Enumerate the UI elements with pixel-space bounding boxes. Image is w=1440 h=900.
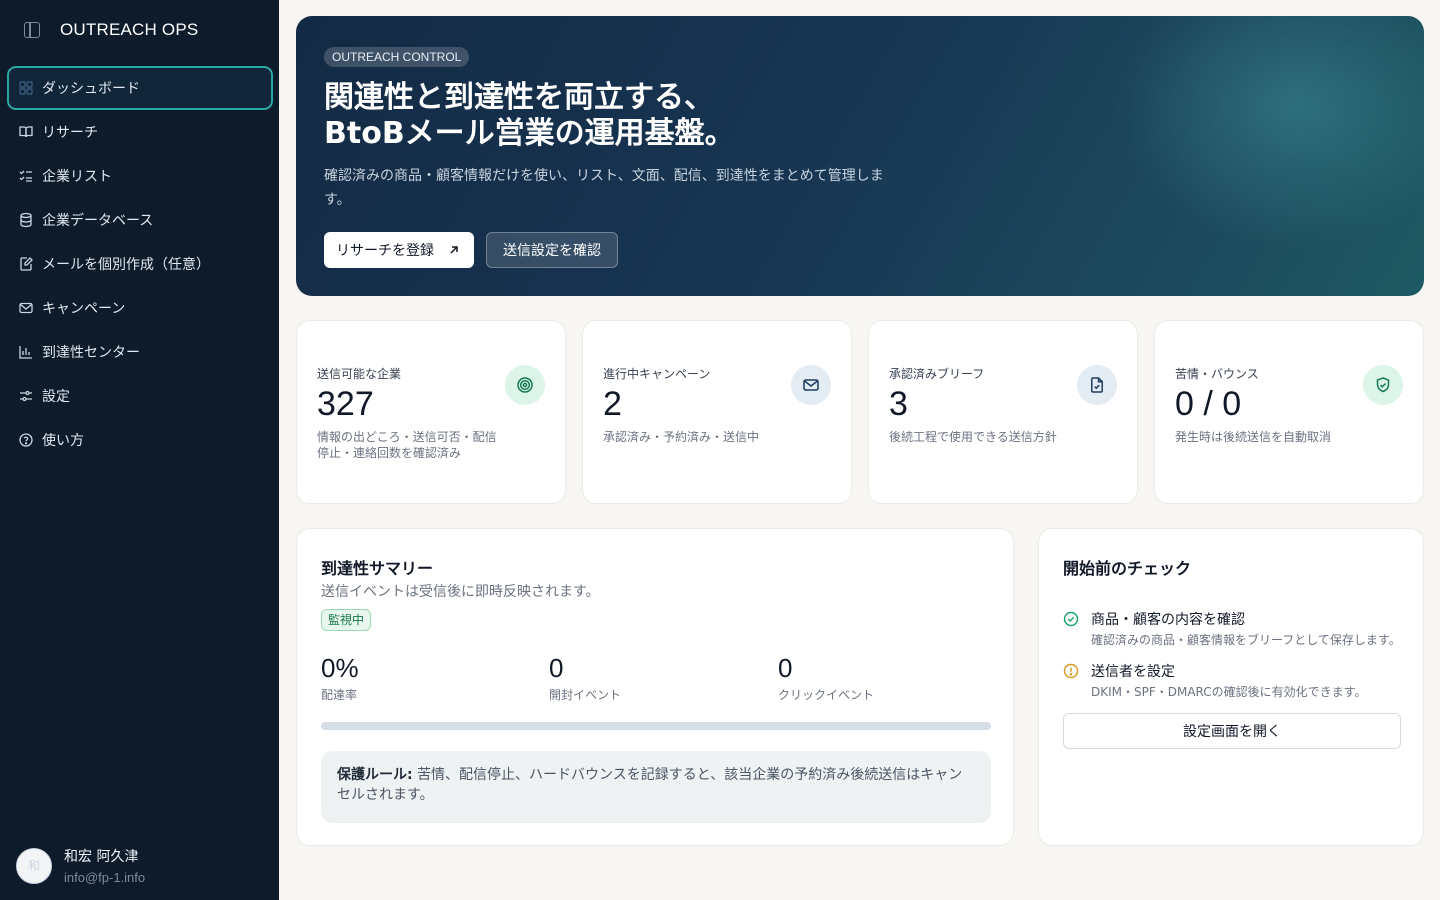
- checklist-item-desc: 確認済みの商品・顧客情報をブリーフとして保存します。: [1091, 633, 1401, 647]
- stat-value: 327: [317, 385, 374, 423]
- stat-value: 2: [603, 385, 622, 423]
- rule-text: 苦情、配信停止、ハードバウンスを記録すると、該当企業の予約済み後続送信はキャンセ…: [337, 767, 963, 803]
- arrow-up-right-icon: [450, 246, 458, 254]
- metric-click-events: 0 クリックイベント: [778, 653, 874, 703]
- register-research-label: リサーチを登録: [336, 243, 434, 259]
- avatar: 和: [16, 847, 52, 884]
- metric-value: 0%: [321, 653, 359, 683]
- sidebar-toggle-icon[interactable]: [24, 22, 40, 38]
- user-profile[interactable]: 和 和宏 阿久津 info@fp-1.info: [16, 846, 145, 885]
- stat-description: 承認済み・予約済み・送信中: [603, 430, 760, 444]
- sidebar: OUTREACH OPS ダッシュボード リサーチ 企業リスト 企業データベース…: [0, 0, 279, 900]
- stat-description: 情報の出どころ・送信可否・配信停止・連絡回数を確認済み: [317, 430, 497, 460]
- user-info: 和宏 阿久津 info@fp-1.info: [64, 846, 145, 885]
- stat-value: 3: [889, 385, 908, 423]
- sidebar-item-label: 設定: [42, 389, 70, 405]
- checklist-item-title: 商品・顧客の内容を確認: [1091, 612, 1245, 628]
- file-check-icon: [1077, 365, 1117, 405]
- deliverability-summary-panel: 到達性サマリー 送信イベントは受信後に即時反映されます。 監視中 0% 配達率 …: [296, 528, 1014, 846]
- checklist-item-text: 商品・顧客の内容を確認 確認済みの商品・顧客情報をブリーフとして保存します。: [1091, 609, 1401, 648]
- metric-label: 開封イベント: [549, 688, 622, 702]
- sidebar-item-deliverability[interactable]: 到達性センター: [7, 330, 273, 374]
- metric-value: 0: [549, 653, 564, 683]
- checklist-item-text: 送信者を設定 DKIM・SPF・DMARCの確認後に有効化できます。: [1091, 661, 1366, 700]
- hero-badge: OUTREACH CONTROL: [324, 47, 470, 67]
- sidebar-item-settings[interactable]: 設定: [7, 374, 273, 418]
- sidebar-item-label: キャンペーン: [42, 301, 126, 317]
- metric-open-events: 0 開封イベント: [549, 653, 621, 703]
- sidebar-item-label: 企業データベース: [42, 213, 154, 229]
- panel-title: 開始前のチェック: [1063, 559, 1192, 578]
- hero-title: 関連性と到達性を両立する、 BtoBメール営業の運用基盤。: [324, 80, 735, 152]
- sidebar-item-company-database[interactable]: 企業データベース: [7, 198, 273, 242]
- shield-check-icon: [1363, 365, 1403, 405]
- book-open-icon: [19, 126, 33, 138]
- stat-card-sendable-companies: 送信可能な企業 327 情報の出どころ・送信可否・配信停止・連絡回数を確認済み: [296, 320, 566, 504]
- sliders-icon: [20, 390, 32, 402]
- sidebar-item-label: ダッシュボード: [42, 81, 140, 97]
- stat-description: 発生時は後続送信を自動取消: [1175, 430, 1332, 444]
- app-title: OUTREACH OPS: [60, 20, 199, 39]
- hero-title-line2: BtoBメール営業の運用基盤。: [324, 116, 735, 151]
- panel-title: 到達性サマリー: [321, 559, 434, 578]
- sidebar-item-label: 到達性センター: [42, 345, 140, 361]
- bar-chart-icon: [19, 346, 32, 359]
- sidebar-item-compose-email[interactable]: メールを個別作成（任意）: [7, 242, 273, 286]
- rule-label: 保護ルール:: [337, 767, 413, 783]
- sidebar-item-help[interactable]: 使い方: [7, 418, 273, 462]
- stat-description: 後続工程で使用できる送信方針: [889, 430, 1057, 444]
- brand: OUTREACH OPS: [24, 20, 198, 40]
- checklist-item-desc: DKIM・SPF・DMARCの確認後に有効化できます。: [1091, 685, 1367, 699]
- stat-label: 苦情・バウンス: [1175, 367, 1259, 381]
- database-icon: [20, 212, 32, 228]
- hero-title-line1: 関連性と到達性を両立する、: [324, 80, 714, 115]
- stat-label: 進行中キャンペーン: [603, 367, 711, 381]
- layout-grid-icon: [19, 81, 33, 95]
- sidebar-item-label: 使い方: [42, 433, 84, 449]
- mail-icon: [791, 365, 831, 405]
- metric-value: 0: [778, 653, 793, 683]
- stat-value: 0 / 0: [1175, 385, 1242, 423]
- help-circle-icon: [19, 433, 33, 447]
- summary-subtitle: 送信イベントは受信後に即時反映されます。: [321, 584, 600, 600]
- stat-card-active-campaigns: 進行中キャンペーン 2 承認済み・予約済み・送信中: [582, 320, 852, 504]
- protection-rule-box: 保護ルール: 苦情、配信停止、ハードバウンスを記録すると、該当企業の予約済み後続…: [321, 751, 991, 823]
- file-edit-icon: [20, 257, 33, 271]
- user-email: info@fp-1.info: [64, 870, 146, 885]
- sidebar-item-label: メールを個別作成（任意）: [42, 257, 210, 273]
- stat-card-complaints-bounces: 苦情・バウンス 0 / 0 発生時は後続送信を自動取消: [1154, 320, 1424, 504]
- sidebar-item-company-list[interactable]: 企業リスト: [7, 154, 273, 198]
- metric-label: 配達率: [321, 688, 358, 702]
- check-circle-icon: [1063, 611, 1079, 627]
- sidebar-nav: ダッシュボード リサーチ 企業リスト 企業データベース メールを個別作成（任意）…: [7, 66, 273, 462]
- user-name: 和宏 阿久津: [64, 849, 139, 865]
- check-send-settings-button[interactable]: 送信設定を確認: [486, 232, 618, 268]
- sidebar-item-label: リサーチ: [42, 125, 98, 141]
- stat-label: 送信可能な企業: [317, 367, 402, 381]
- checklist-item-sender: 送信者を設定 DKIM・SPF・DMARCの確認後に有効化できます。: [1063, 661, 1366, 700]
- sidebar-item-research[interactable]: リサーチ: [7, 110, 273, 154]
- mail-icon: [19, 302, 33, 314]
- metric-delivery-rate: 0% 配達率: [321, 653, 359, 703]
- stat-card-approved-briefs: 承認済みブリーフ 3 後続工程で使用できる送信方針: [868, 320, 1138, 504]
- register-research-button[interactable]: リサーチを登録: [324, 232, 474, 268]
- checklist-item-product-customer: 商品・顧客の内容を確認 確認済みの商品・顧客情報をブリーフとして保存します。: [1063, 609, 1401, 648]
- open-settings-button[interactable]: 設定画面を開く: [1063, 713, 1401, 749]
- hero-description: 確認済みの商品・顧客情報だけを使い、リスト、文面、配信、到達性をまとめて管理しま…: [324, 168, 884, 208]
- alert-circle-icon: [1063, 663, 1079, 679]
- sidebar-item-campaigns[interactable]: キャンペーン: [7, 286, 273, 330]
- hero-banner: OUTREACH CONTROL 関連性と到達性を両立する、 BtoBメール営業…: [296, 16, 1424, 296]
- checklist-item-title: 送信者を設定: [1091, 664, 1175, 680]
- sidebar-item-label: 企業リスト: [42, 169, 112, 185]
- sidebar-item-dashboard[interactable]: ダッシュボード: [7, 66, 273, 110]
- status-badge: 監視中: [321, 609, 372, 631]
- prestart-checklist-panel: 開始前のチェック 商品・顧客の内容を確認 確認済みの商品・顧客情報をブリーフとし…: [1038, 528, 1424, 846]
- stat-label: 承認済みブリーフ: [889, 367, 985, 381]
- list-checks-icon: [19, 170, 32, 182]
- delivery-progress-bar: [321, 722, 991, 730]
- target-icon: [505, 365, 545, 405]
- metric-label: クリックイベント: [778, 688, 875, 702]
